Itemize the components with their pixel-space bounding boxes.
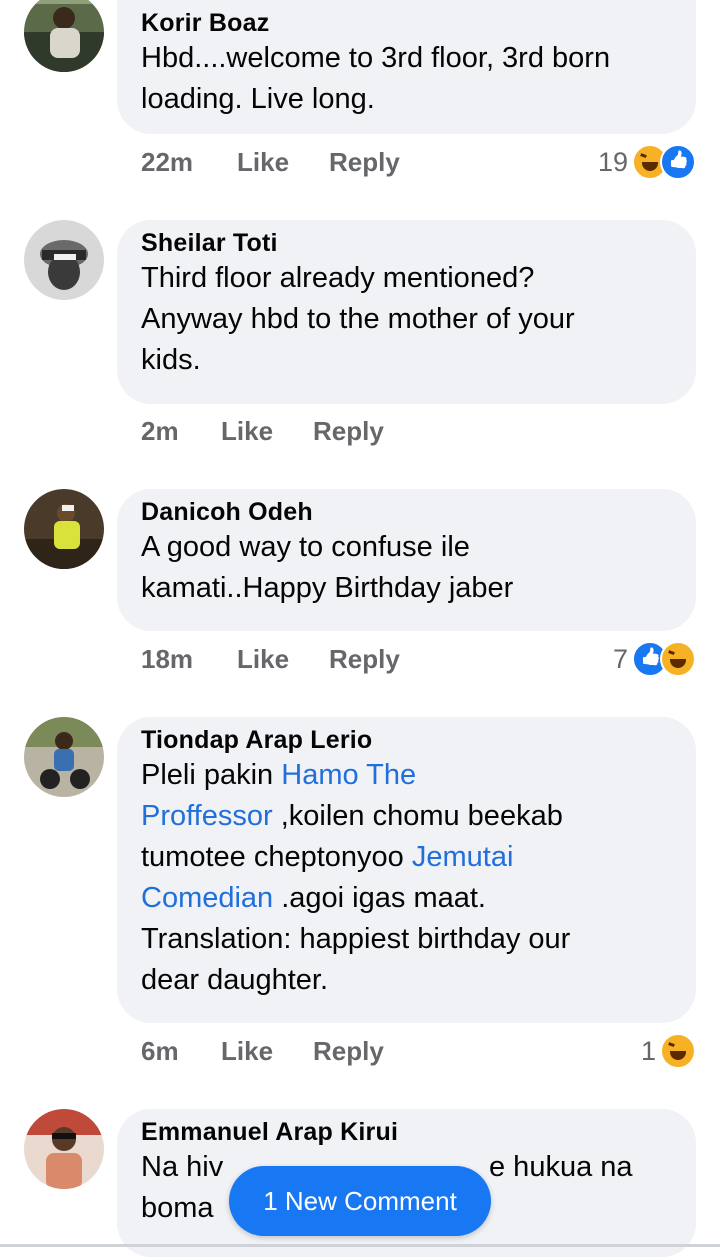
mention-link[interactable]: Comedian <box>141 882 273 914</box>
like-button[interactable]: Like <box>237 644 289 675</box>
reaction-count: 1 <box>640 1035 656 1066</box>
reply-button[interactable]: Reply <box>329 644 400 675</box>
haha-icon <box>660 641 696 677</box>
comment-bubble[interactable]: Danicoh Odeh A good way to confuse ile k… <box>117 489 696 631</box>
mention-link[interactable]: Proffessor <box>141 800 273 832</box>
mention-link[interactable]: Jemutai <box>412 841 514 873</box>
comment-text-segment: .agoi igas maat. <box>273 882 486 914</box>
comment-time: 22m <box>141 147 194 177</box>
avatar[interactable] <box>24 1109 104 1189</box>
comment-text-segment: Pleli pakin <box>141 759 282 791</box>
comment-time: 18m <box>141 644 194 674</box>
reaction-count: 19 <box>597 146 628 177</box>
comment-text-segment: e hukua na <box>489 1151 633 1183</box>
comment-author[interactable]: Tiondap Arap Lerio <box>141 725 672 755</box>
comment-author[interactable]: Danicoh Odeh <box>141 497 672 527</box>
comment-line: boma <box>141 1192 214 1224</box>
comment-line: Hbd....welcome to 3rd floor, 3rd born <box>141 42 611 74</box>
reaction-count: 7 <box>612 643 628 674</box>
comment-text: A good way to confuse ile kamati..Happy … <box>141 527 672 609</box>
comment-line: Pleli pakin Hamo The <box>141 755 672 796</box>
reaction-summary[interactable]: 7 <box>613 641 696 677</box>
reaction-summary[interactable]: 19 <box>598 144 696 180</box>
comment-time: 2m <box>141 416 179 446</box>
comment-line: Comedian .agoi igas maat. <box>141 878 672 919</box>
comment-line: Third floor already mentioned? <box>141 262 535 294</box>
new-comment-button[interactable]: 1 New Comment <box>229 1166 491 1236</box>
reply-button[interactable]: Reply <box>313 416 384 447</box>
reply-button[interactable]: Reply <box>329 147 400 178</box>
comment-text: Pleli pakin Hamo The Proffessor ,koilen … <box>141 755 672 1001</box>
reply-button[interactable]: Reply <box>313 1036 384 1067</box>
bottom-divider <box>0 1244 720 1247</box>
comment-line: Translation: happiest birthday our <box>141 923 571 955</box>
comment-line: kids. <box>141 344 201 376</box>
avatar[interactable] <box>24 0 104 72</box>
comment-text-segment: ,koilen chomu beekab <box>272 800 563 832</box>
comment-line: loading. Live long. <box>141 83 375 115</box>
comment-line: dear daughter. <box>141 964 329 996</box>
like-button[interactable]: Like <box>237 147 289 178</box>
comment-bubble[interactable]: Tiondap Arap Lerio Pleli pakin Hamo The … <box>117 717 696 1023</box>
haha-icon <box>660 1033 696 1069</box>
mention-link[interactable]: Hamo The <box>281 759 416 791</box>
comment-author[interactable]: Korir Boaz <box>141 8 672 38</box>
like-button[interactable]: Like <box>221 416 273 447</box>
comment-author[interactable]: Sheilar Toti <box>141 228 672 258</box>
comment-text: Hbd....welcome to 3rd floor, 3rd born lo… <box>141 38 672 120</box>
comment-text-segment: tumotee cheptonyoo <box>141 841 412 873</box>
comment-line: kamati..Happy Birthday jaber <box>141 572 514 604</box>
comment-time: 6m <box>141 1036 179 1066</box>
comment-line: Anyway hbd to the mother of your <box>141 303 575 335</box>
reaction-summary[interactable]: 1 <box>641 1033 696 1069</box>
avatar[interactable] <box>24 220 104 300</box>
comment-text: Third floor already mentioned? Anyway hb… <box>141 258 672 381</box>
comment-bubble[interactable]: Korir Boaz Hbd....welcome to 3rd floor, … <box>117 0 696 134</box>
comment-bubble[interactable]: Sheilar Toti Third floor already mention… <box>117 220 696 404</box>
comment-line: tumotee cheptonyoo Jemutai <box>141 837 672 878</box>
comment-line: Proffessor ,koilen chomu beekab <box>141 796 672 837</box>
avatar[interactable] <box>24 489 104 569</box>
comment-text-segment: Na hiv <box>141 1151 224 1183</box>
avatar[interactable] <box>24 717 104 797</box>
like-button[interactable]: Like <box>221 1036 273 1067</box>
comment-author[interactable]: Emmanuel Arap Kirui <box>141 1117 672 1147</box>
comment-line: A good way to confuse ile <box>141 531 470 563</box>
like-icon <box>660 144 696 180</box>
